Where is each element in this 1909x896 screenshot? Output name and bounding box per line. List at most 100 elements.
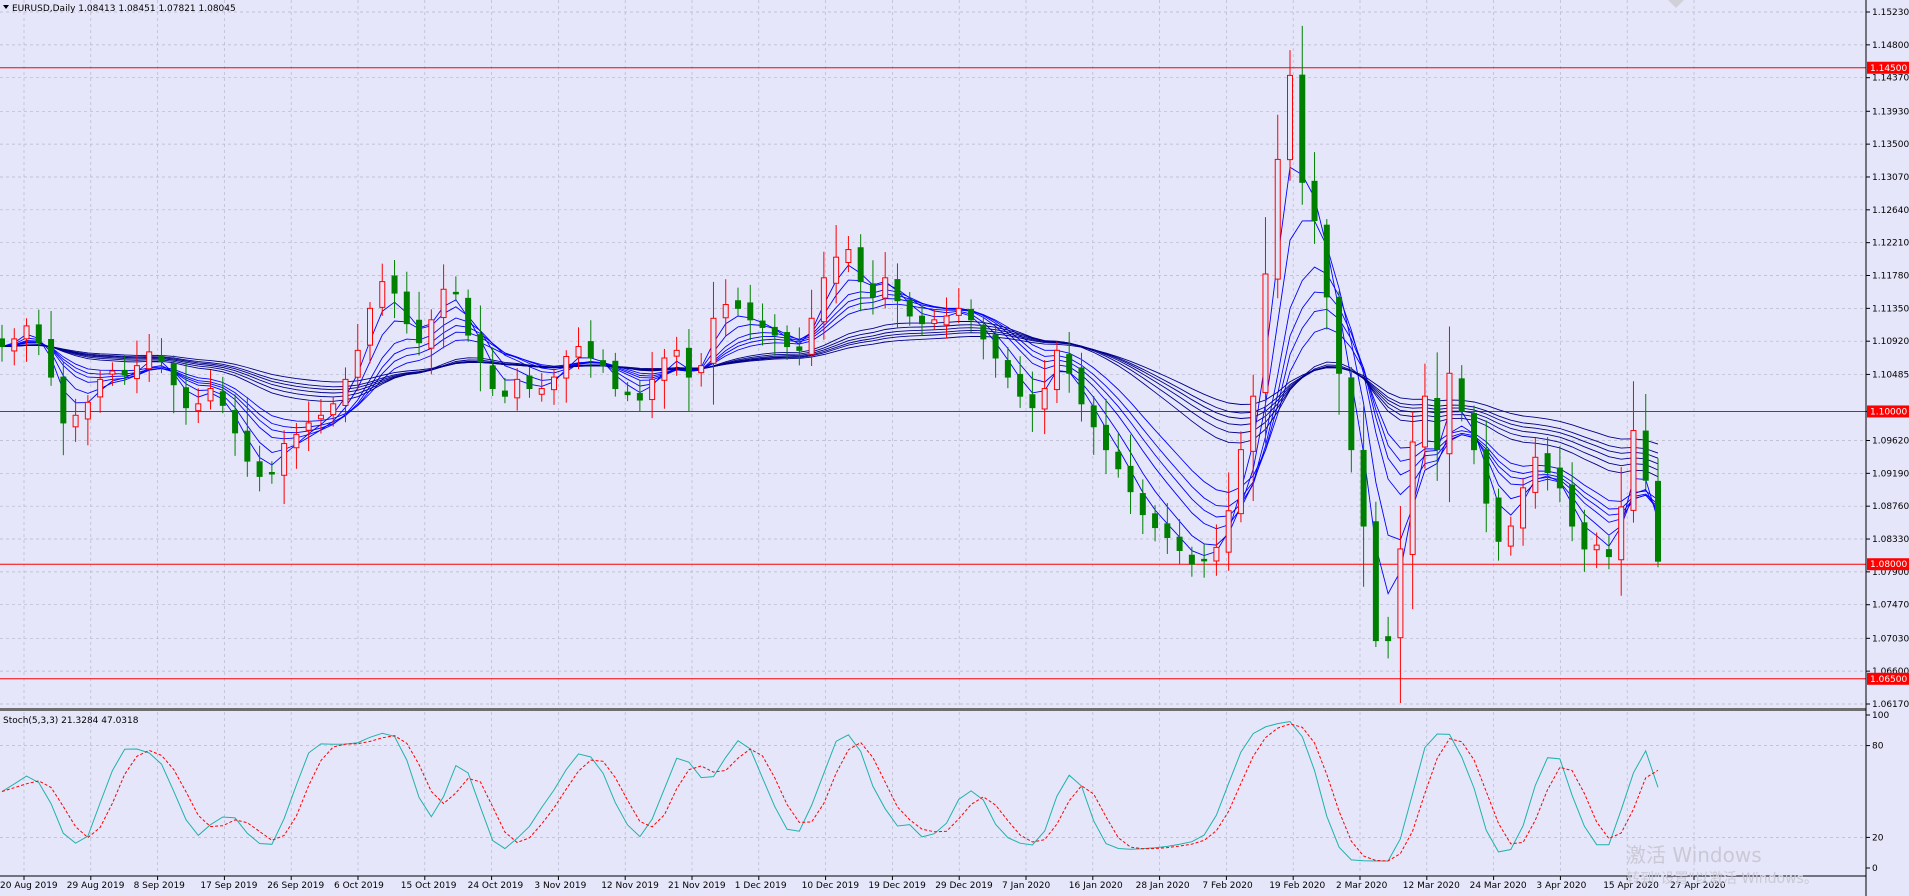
candle-bull [820, 277, 827, 323]
candle-bull [1520, 487, 1527, 529]
price-tick-label: 1.11780 [1872, 272, 1909, 282]
candle-bull [563, 355, 570, 379]
candle-bear [1556, 467, 1563, 489]
candle-bull [1225, 510, 1232, 553]
activate-windows-title: 激活 Windows [1626, 843, 1762, 867]
candle-bear [1642, 430, 1649, 481]
candle-bear [1139, 493, 1146, 516]
level-price-label: 1.10000 [1870, 407, 1907, 417]
candle-bear [1017, 373, 1024, 397]
candle-bear [992, 334, 999, 359]
date-tick-label: 26 Sep 2019 [267, 881, 324, 891]
candle-bear [60, 376, 67, 424]
candle-bull [1397, 548, 1404, 639]
candle-bear [1029, 394, 1036, 409]
price-tick-label: 1.13500 [1872, 140, 1909, 150]
candle-bull [943, 315, 950, 326]
candle-bull [207, 388, 214, 402]
candle-bear [894, 279, 901, 302]
candle-bear [919, 315, 925, 325]
candle-bull [661, 357, 668, 381]
date-tick-label: 12 Mar 2020 [1403, 881, 1460, 891]
candle-bull [1532, 456, 1539, 493]
candle-bear [526, 375, 533, 390]
candle-bull [133, 365, 140, 380]
mt4-chart-window[interactable]: 1.15230 1.14800 1.14370 1.13930 1.13500 1.130… [0, 0, 1909, 896]
candle-bear [121, 369, 128, 376]
candle-bull [1237, 449, 1244, 515]
candle-bear [256, 461, 263, 477]
candle-bear [624, 391, 631, 396]
date-tick-label: 3 Apr 2020 [1536, 881, 1586, 891]
candle-bull [1446, 372, 1453, 455]
candle-bear [1495, 497, 1502, 542]
candle-bull [1053, 349, 1060, 391]
candle-bull [330, 403, 337, 416]
candle-bear [1201, 558, 1208, 562]
candle-bull [305, 422, 312, 431]
stoch-tick-label: 100 [1872, 711, 1889, 721]
date-tick-label: 24 Mar 2020 [1470, 881, 1527, 891]
candle-bear [1434, 397, 1441, 451]
candle-bear [968, 308, 975, 321]
date-tick-label: 1 Dec 2019 [735, 881, 787, 891]
candle-bull [281, 443, 288, 476]
candle-bear [1127, 465, 1134, 493]
candle-bear [1360, 449, 1367, 527]
candle-bull [293, 433, 300, 449]
candle-bear [244, 430, 251, 462]
candle-bull [1630, 430, 1637, 511]
level-price-label: 1.08000 [1870, 560, 1907, 570]
candle-bear [0, 338, 5, 348]
chart-canvas[interactable]: 1.15230 1.14800 1.14370 1.13930 1.13500 1.130… [0, 0, 1909, 896]
candle-bear [1090, 405, 1097, 428]
price-tick-label: 1.13070 [1872, 173, 1909, 183]
price-tick-label: 1.12640 [1872, 206, 1909, 216]
candle-bear [219, 391, 226, 406]
candle-bull [342, 378, 349, 406]
candle-bull [1274, 158, 1281, 280]
date-tick-label: 10 Dec 2019 [802, 881, 860, 891]
candle-bull [146, 351, 153, 370]
candle-bear [771, 326, 778, 336]
candle-bull [833, 256, 840, 284]
candle-bull [317, 414, 324, 420]
candle-bull [538, 388, 545, 395]
candle-bear [170, 363, 177, 386]
candle-bull [23, 325, 30, 340]
date-tick-label: 29 Dec 2019 [935, 881, 993, 891]
date-tick-label: 15 Oct 2019 [401, 881, 457, 891]
candle-bear [1655, 480, 1661, 562]
candle-bear [857, 247, 864, 283]
date-tick-label: 28 Jan 2020 [1136, 881, 1190, 891]
date-tick-label: 3 Nov 2019 [534, 881, 586, 891]
candle-bull [195, 403, 202, 412]
candle-bear [158, 355, 165, 363]
candle-bear [1078, 367, 1085, 405]
candle-bull [1618, 506, 1625, 561]
date-tick-label: 7 Feb 2020 [1202, 881, 1253, 891]
price-tick-label: 1.08760 [1872, 502, 1909, 512]
price-tick-label: 1.08330 [1872, 535, 1909, 545]
candle-bear [685, 347, 692, 378]
candle-bear [612, 360, 619, 390]
date-tick-label: 19 Feb 2020 [1269, 881, 1325, 891]
indicator-separator[interactable] [0, 708, 1866, 711]
candle-bear [35, 324, 42, 344]
candle-bull [440, 288, 447, 319]
candle-bear [796, 346, 803, 351]
candle-bear [980, 324, 987, 340]
date-tick-label: 17 Sep 2019 [200, 881, 257, 891]
candle-bull [1041, 388, 1048, 410]
candle-bear [1458, 378, 1465, 412]
candle-bull [514, 378, 521, 399]
candle-bull [710, 317, 717, 364]
candle-bear [465, 297, 472, 336]
candle-bear [232, 410, 239, 434]
candle-bear [1605, 549, 1612, 558]
candle-bull [354, 349, 361, 378]
candle-bull [1593, 544, 1600, 551]
price-tick-label: 1.15230 [1872, 8, 1909, 18]
date-tick-label: 29 Aug 2019 [67, 881, 125, 891]
candle-bull [97, 378, 104, 398]
